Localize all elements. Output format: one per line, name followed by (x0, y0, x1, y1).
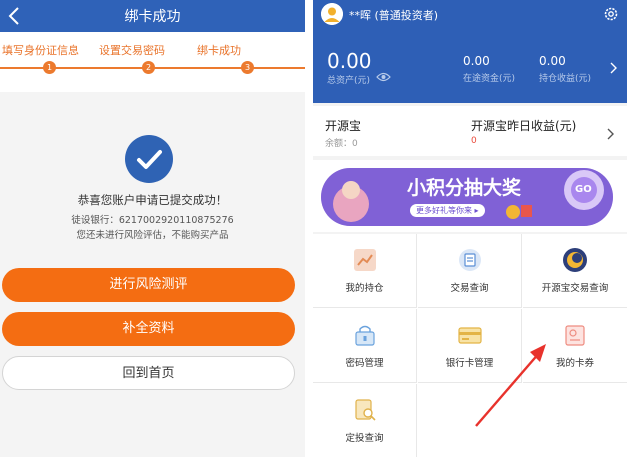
total-assets-value: 0.00 (327, 49, 372, 73)
holding-income-value: 0.00 (539, 54, 566, 68)
kaiyuanbao-panel[interactable]: 开源宝 余额：0 开源宝昨日收益(元) 0 (313, 106, 627, 156)
success-message: 恭喜您账户申请已提交成功！ (77, 193, 228, 207)
holding-income-label: 持仓收益(元) (539, 74, 592, 84)
chart-icon (354, 249, 376, 271)
banner-subtitle: 更多好礼等你来 ▸ (410, 204, 485, 217)
coupon-icon (565, 325, 585, 346)
account-header: **晖 (普通投资者) 0.00 总资产(元) 0.00 在途资金(元) 0.0… (313, 0, 627, 103)
kaiyuanbao-yesterday-value: 0 (471, 136, 477, 146)
risk-assessment-button[interactable]: 进行风险测评 (2, 268, 295, 302)
chevron-right-icon[interactable] (607, 128, 615, 140)
menu-label: 定投查询 (345, 433, 384, 444)
in-transit-value: 0.00 (463, 54, 490, 68)
menu-label: 密码管理 (345, 358, 384, 369)
step-dot-1: 1 (43, 61, 56, 74)
kaiyuanbao-yesterday-title: 开源宝昨日收益(元) (471, 119, 577, 133)
complete-info-button[interactable]: 补全资料 (2, 312, 295, 346)
left-phone-screen: 绑卡成功 填写身份证信息 设置交易密码 绑卡成功 1 2 3 恭喜您账户申请已提… (0, 0, 305, 457)
red-arrow-annotation (475, 344, 546, 427)
menu-password-management[interactable]: 密码管理 (313, 309, 417, 383)
screen-divider (305, 0, 313, 457)
menu-trade-query[interactable]: 交易查询 (418, 234, 522, 308)
progress-steps: 填写身份证信息 设置交易密码 绑卡成功 (0, 32, 305, 84)
step-label-2: 设置交易密码 (99, 44, 165, 57)
back-home-button[interactable]: 回到首页 (2, 356, 295, 390)
chevron-right-icon[interactable] (610, 62, 618, 74)
user-name: **晖 (普通投资者) (349, 9, 439, 22)
step-label-3: 绑卡成功 (197, 44, 241, 57)
kaiyuan-logo-icon (563, 248, 587, 272)
page-title: 绑卡成功 (124, 9, 181, 25)
document-refresh-icon (459, 249, 481, 271)
total-assets-label: 总资产(元) (327, 76, 371, 86)
menu-kaiyuanbao-query[interactable]: 开源宝交易查询 (523, 234, 627, 308)
eye-icon[interactable] (376, 71, 391, 83)
banner-go-badge: GO (575, 184, 592, 195)
lottery-banner[interactable]: 小积分抽大奖 更多好礼等你来 ▸ GO (313, 160, 627, 232)
in-transit-label: 在途资金(元) (463, 74, 516, 84)
menu-auto-invest-query[interactable]: 定投查询 (313, 384, 417, 457)
kaiyuanbao-balance: 余额：0 (325, 139, 358, 149)
gear-icon[interactable] (603, 6, 619, 22)
step-dot-2: 2 (142, 61, 155, 74)
lock-icon (355, 325, 375, 346)
bank-account-text: 徒设银行：6217002920110875276 (71, 215, 234, 226)
menu-label: 我的持仓 (345, 283, 384, 294)
menu-label: 交易查询 (450, 283, 489, 294)
success-check-icon (125, 135, 173, 183)
search-document-icon (355, 399, 376, 421)
top-bar: 绑卡成功 (0, 0, 305, 32)
avatar[interactable] (321, 3, 343, 25)
step-label-1: 填写身份证信息 (2, 44, 79, 57)
risk-notice-text: 您还未进行风险评估，不能购买产品 (76, 230, 229, 241)
menu-my-holdings[interactable]: 我的持仓 (313, 234, 417, 308)
banner-title: 小积分抽大奖 (407, 177, 522, 199)
step-dot-3: 3 (241, 61, 254, 74)
kaiyuanbao-title: 开源宝 (325, 119, 362, 133)
menu-label: 开源宝交易查询 (541, 283, 609, 294)
